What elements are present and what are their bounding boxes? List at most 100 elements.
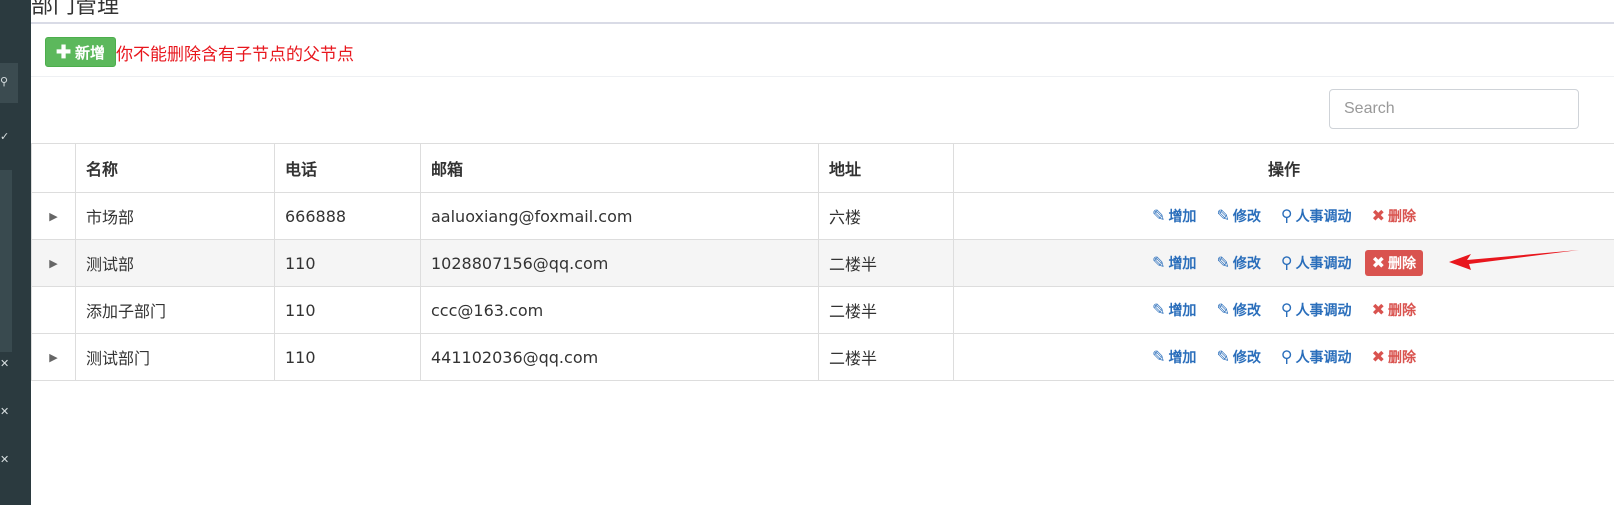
add-button[interactable]: ✚ 新增 (45, 37, 116, 67)
transfer-label: 人事调动 (1295, 256, 1352, 272)
search-input[interactable] (1329, 89, 1579, 129)
table-row: ▶ 测试部 110 1028807156@qq.com 二楼半 ✎ 增加 ✎ 修改 … (31, 239, 1614, 287)
transfer-link[interactable]: ⚲ 人事调动 (1281, 300, 1352, 320)
add-child-label: 增加 (1168, 303, 1197, 319)
page-header: 部门管理 (31, 0, 1614, 24)
cell-address: 六楼 (818, 192, 954, 240)
search-icon: ⚲ (1280, 253, 1293, 272)
close-icon: ✖ (1371, 206, 1385, 225)
edit-icon: ✎ (1152, 347, 1166, 366)
column-header-actions: 操作 (953, 143, 1614, 193)
add-child-link[interactable]: ✎ 增加 (1152, 300, 1196, 320)
sidebar-collapsed-icon[interactable]: ✕ (0, 453, 10, 467)
cell-email: 441102036@qq.com (420, 333, 819, 381)
annotation-arrow-icon (1449, 250, 1579, 270)
table-header-row: 名称 电话 邮箱 地址 操作 (31, 143, 1614, 193)
delete-label: 删除 (1387, 209, 1416, 225)
delete-label: 删除 (1387, 303, 1416, 319)
delete-label: 删除 (1387, 350, 1416, 366)
add-child-label: 增加 (1168, 209, 1197, 225)
cell-name: 添加子部门 (75, 286, 275, 334)
cell-actions: ✎ 增加 ✎ 修改 ⚲ 人事调动 ✖ 删除 (953, 192, 1614, 240)
cell-phone: 110 (274, 333, 421, 381)
transfer-link[interactable]: ⚲ 人事调动 (1281, 253, 1352, 273)
sidebar-active-item[interactable]: ⚲ (0, 63, 18, 103)
sidebar-collapsed-icon[interactable]: ✕ (0, 405, 10, 419)
close-icon: ✖ (1371, 300, 1385, 319)
plus-icon: ✚ (55, 42, 72, 62)
column-header-email[interactable]: 邮箱 (420, 143, 819, 193)
transfer-label: 人事调动 (1295, 209, 1352, 225)
cell-address: 二楼半 (818, 239, 954, 287)
cell-name: 测试部 (75, 239, 275, 287)
triangle-right-icon[interactable]: ▶ (49, 210, 57, 223)
triangle-right-icon[interactable]: ▶ (49, 257, 57, 270)
cell-email: ccc@163.com (420, 286, 819, 334)
edit-icon: ✎ (1216, 347, 1230, 366)
warning-message: 你不能删除含有子节点的父节点 (116, 45, 354, 65)
cell-name: 市场部 (75, 192, 275, 240)
add-button-label: 新增 (75, 44, 106, 62)
toolbar: ✚ 新增 你不能删除含有子节点的父节点 (31, 26, 1614, 77)
edit-label: 修改 (1232, 256, 1261, 272)
cell-address: 二楼半 (818, 286, 954, 334)
close-icon: ✖ (1371, 347, 1385, 366)
transfer-label: 人事调动 (1295, 303, 1352, 319)
column-header-address[interactable]: 地址 (818, 143, 954, 193)
page-title: 部门管理 (31, 0, 120, 19)
sidebar: ⚲ ✓ ✕ ✕ ✕ (0, 0, 31, 505)
main-content: 部门管理 ✚ 新增 你不能删除含有子节点的父节点 名称 电话 邮箱 地址 操作 (31, 0, 1614, 505)
column-header-toggle (31, 143, 76, 193)
cell-address: 二楼半 (818, 333, 954, 381)
edit-icon: ✎ (1152, 206, 1166, 225)
transfer-label: 人事调动 (1295, 350, 1352, 366)
add-child-link[interactable]: ✎ 增加 (1152, 253, 1196, 273)
search-icon: ⚲ (1280, 300, 1293, 319)
delete-button[interactable]: ✖ 删除 (1364, 250, 1423, 276)
cell-phone: 666888 (274, 192, 421, 240)
delete-link[interactable]: ✖ 删除 (1372, 347, 1416, 367)
delete-link[interactable]: ✖ 删除 (1372, 300, 1416, 320)
table-row: ▶ 测试部门 110 441102036@qq.com 二楼半 ✎ 增加 ✎ 修改 … (31, 333, 1614, 381)
add-child-label: 增加 (1168, 256, 1197, 272)
sidebar-submenu (0, 170, 12, 352)
close-icon: ✖ (1371, 253, 1385, 272)
row-toggle[interactable]: ▶ (31, 192, 76, 240)
add-child-label: 增加 (1168, 350, 1197, 366)
cell-phone: 110 (274, 239, 421, 287)
edit-icon: ✎ (1216, 206, 1230, 225)
table-row: 添加子部门 110 ccc@163.com 二楼半 ✎ 增加 ✎ 修改 ⚲ 人事调动 … (31, 286, 1614, 334)
cell-email: 1028807156@qq.com (420, 239, 819, 287)
cell-actions: ✎ 增加 ✎ 修改 ⚲ 人事调动 ✖ 删除 (953, 286, 1614, 334)
add-child-link[interactable]: ✎ 增加 (1152, 206, 1196, 226)
add-child-link[interactable]: ✎ 增加 (1152, 347, 1196, 367)
search-icon: ⚲ (1280, 347, 1293, 366)
transfer-link[interactable]: ⚲ 人事调动 (1281, 206, 1352, 226)
transfer-link[interactable]: ⚲ 人事调动 (1281, 347, 1352, 367)
row-toggle-empty (31, 286, 76, 334)
row-toggle[interactable]: ▶ (31, 239, 76, 287)
column-header-phone[interactable]: 电话 (274, 143, 421, 193)
triangle-right-icon[interactable]: ▶ (49, 351, 57, 364)
chevron-icon[interactable]: ✓ (0, 130, 10, 144)
cell-phone: 110 (274, 286, 421, 334)
edit-icon: ✎ (1152, 253, 1166, 272)
search-icon: ⚲ (0, 75, 9, 88)
edit-link[interactable]: ✎ 修改 (1216, 300, 1260, 320)
cell-actions: ✎ 增加 ✎ 修改 ⚲ 人事调动 ✖ 删除 (953, 333, 1614, 381)
edit-link[interactable]: ✎ 修改 (1216, 347, 1260, 367)
department-table: 名称 电话 邮箱 地址 操作 ▶ 市场部 666888 aaluoxiang@f… (31, 143, 1614, 381)
delete-label: 删除 (1387, 256, 1416, 272)
cell-email: aaluoxiang@foxmail.com (420, 192, 819, 240)
row-toggle[interactable]: ▶ (31, 333, 76, 381)
edit-link[interactable]: ✎ 修改 (1216, 253, 1260, 273)
cell-name: 测试部门 (75, 333, 275, 381)
delete-link[interactable]: ✖ 删除 (1372, 206, 1416, 226)
edit-icon: ✎ (1216, 253, 1230, 272)
sidebar-collapsed-icon[interactable]: ✕ (0, 357, 10, 371)
edit-label: 修改 (1232, 350, 1261, 366)
edit-label: 修改 (1232, 303, 1261, 319)
edit-link[interactable]: ✎ 修改 (1216, 206, 1260, 226)
edit-icon: ✎ (1216, 300, 1230, 319)
column-header-name[interactable]: 名称 (75, 143, 275, 193)
